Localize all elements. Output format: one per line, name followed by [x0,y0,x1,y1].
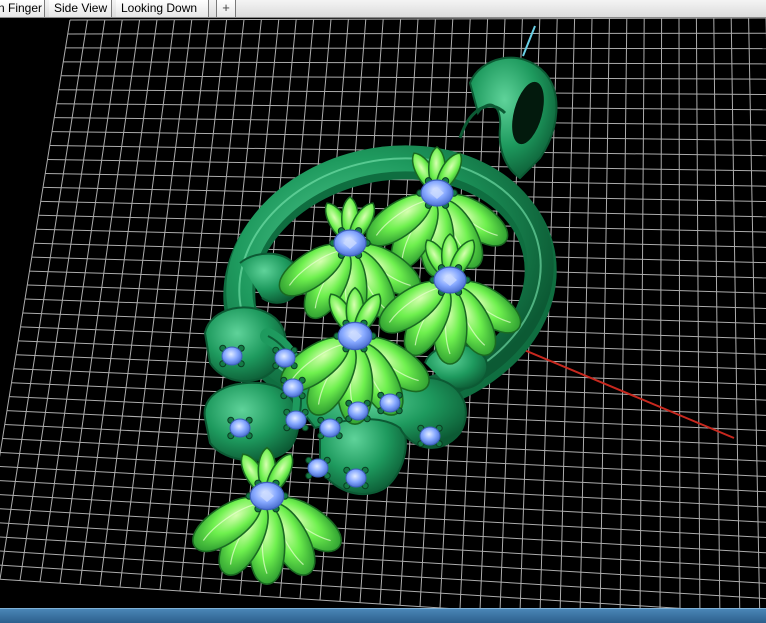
view-tab-bar: n Finger Side View Looking Down + [0,0,766,18]
tab-label: n Finger [0,1,43,15]
accent-stone [305,456,331,480]
accent-stone [280,376,306,400]
accent-stone [317,416,343,440]
tab-label: Side View [54,1,108,15]
tab-finger-view[interactable]: n Finger [0,0,45,17]
accent-stone [283,408,309,432]
pendant-model[interactable] [185,56,564,585]
accent-stone [219,344,245,368]
accent-stone [417,424,443,448]
accent-stone [227,416,253,440]
status-bar [0,608,766,623]
accent-stone [377,391,403,415]
accent-stone [343,466,369,490]
cad-window: n Finger Side View Looking Down + [0,0,766,623]
tab-label: Looking Down [121,1,198,15]
accent-stone [345,399,371,423]
3d-viewport[interactable] [0,18,766,608]
viewport-canvas[interactable] [0,18,766,608]
z-axis-line [522,25,536,57]
plus-icon: + [222,0,230,15]
add-tab-button[interactable]: + [216,0,236,17]
tab-side-view[interactable]: Side View [49,0,112,17]
accent-stone [272,346,298,370]
tab-looking-down[interactable]: Looking Down [116,0,209,17]
